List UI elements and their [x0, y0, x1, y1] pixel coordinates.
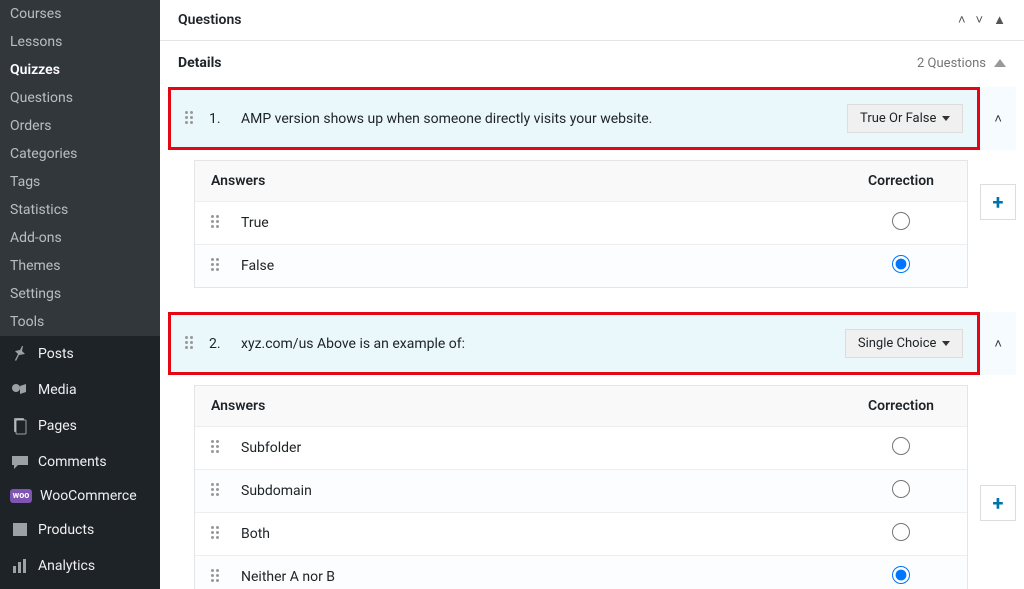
answer-row: False	[195, 245, 967, 287]
move-down-icon[interactable]: ˅	[976, 12, 984, 28]
panel-actions: ˄ ˅ ▲	[958, 12, 1006, 28]
sidebar-item-tools[interactable]: Tools	[0, 308, 160, 336]
question-type-label: Single Choice	[858, 336, 937, 351]
question-count: 2 Questions	[917, 56, 1006, 71]
drag-handle-icon[interactable]	[211, 258, 223, 274]
answer-text[interactable]: Both	[235, 526, 851, 542]
collapse-icon[interactable]: ▲	[993, 12, 1006, 28]
sidebar-main-label: WooCommerce	[40, 488, 137, 504]
answer-text[interactable]: Subfolder	[235, 440, 851, 456]
sidebar-item-addons[interactable]: Add-ons	[0, 224, 160, 252]
sidebar-main-label: Analytics	[38, 558, 95, 574]
main-content: Questions ˄ ˅ ▲ Details 2 Questions 1. A…	[160, 0, 1024, 589]
correction-radio[interactable]	[892, 480, 910, 498]
correction-radio[interactable]	[892, 255, 910, 273]
details-title: Details	[178, 55, 222, 71]
sidebar-item-courses[interactable]: Courses	[0, 0, 160, 28]
panel-header: Questions ˄ ˅ ▲	[160, 0, 1024, 41]
answer-row: Both	[195, 513, 967, 556]
answers-column-label: Answers	[211, 173, 851, 189]
correction-radio[interactable]	[892, 437, 910, 455]
chevron-down-icon	[942, 116, 950, 121]
sidebar-item-settings[interactable]: Settings	[0, 280, 160, 308]
sidebar-main-pages[interactable]: Pages	[0, 408, 160, 444]
correction-radio[interactable]	[892, 566, 910, 584]
details-header: Details 2 Questions	[160, 41, 1024, 81]
question-type-label: True Or False	[860, 111, 936, 126]
answer-row: True	[195, 202, 967, 245]
add-answer-button[interactable]: +	[980, 184, 1016, 220]
sidebar-main-label: Comments	[38, 454, 107, 470]
sidebar-main-posts[interactable]: Posts	[0, 336, 160, 372]
answer-row: Subdomain	[195, 470, 967, 513]
drag-handle-icon[interactable]	[211, 569, 223, 585]
sidebar-submenu: Courses Lessons Quizzes Questions Orders…	[0, 0, 160, 336]
answer-row: Subfolder	[195, 427, 967, 470]
question-header-2[interactable]: 2. xyz.com/us Above is an example of: Si…	[168, 312, 980, 375]
question-header-1[interactable]: 1. AMP version shows up when someone dir…	[168, 87, 980, 150]
answer-text[interactable]: True	[235, 215, 851, 231]
sidebar-main-label: Posts	[38, 346, 74, 362]
comment-icon	[10, 452, 30, 472]
sidebar-item-lessons[interactable]: Lessons	[0, 28, 160, 56]
question-block-1: 1. AMP version shows up when someone dir…	[168, 87, 1016, 288]
correction-radio[interactable]	[892, 212, 910, 230]
correction-column-label: Correction	[851, 398, 951, 414]
woo-icon: woo	[10, 489, 32, 503]
sidebar-main-comments[interactable]: Comments	[0, 444, 160, 480]
sidebar-main-label: Pages	[38, 418, 77, 434]
correction-radio[interactable]	[892, 523, 910, 541]
question-number: 1.	[209, 111, 233, 127]
drag-handle-icon[interactable]	[211, 483, 223, 499]
drag-handle-icon[interactable]	[211, 526, 223, 542]
collapse-question-button[interactable]: ˄	[980, 87, 1016, 150]
admin-sidebar: Courses Lessons Quizzes Questions Orders…	[0, 0, 160, 589]
box-icon	[10, 520, 30, 540]
answer-row: Neither A nor B	[195, 556, 967, 589]
sidebar-item-statistics[interactable]: Statistics	[0, 196, 160, 224]
sidebar-item-themes[interactable]: Themes	[0, 252, 160, 280]
sidebar-main-media[interactable]: Media	[0, 372, 160, 408]
page-icon	[10, 416, 30, 436]
question-text[interactable]: AMP version shows up when someone direct…	[233, 111, 847, 127]
sidebar-item-categories[interactable]: Categories	[0, 140, 160, 168]
sidebar-item-questions[interactable]: Questions	[0, 84, 160, 112]
media-icon	[10, 380, 30, 400]
drag-handle-icon[interactable]	[185, 336, 197, 352]
answer-text[interactable]: Subdomain	[235, 483, 851, 499]
panel-title: Questions	[178, 12, 241, 28]
question-block-2: 2. xyz.com/us Above is an example of: Si…	[168, 312, 1016, 589]
chevron-down-icon	[942, 341, 950, 346]
add-answer-button[interactable]: +	[980, 485, 1016, 521]
sidebar-main-label: Media	[38, 382, 77, 398]
sidebar-item-quizzes[interactable]: Quizzes	[0, 56, 160, 84]
sort-up-icon[interactable]	[994, 59, 1006, 67]
question-type-dropdown[interactable]: Single Choice	[845, 329, 964, 358]
answer-text[interactable]: False	[235, 258, 851, 274]
correction-column-label: Correction	[851, 173, 951, 189]
sidebar-main-label: Products	[38, 522, 94, 538]
question-text[interactable]: xyz.com/us Above is an example of:	[233, 336, 845, 352]
question-type-dropdown[interactable]: True Or False	[847, 104, 963, 133]
answers-column-label: Answers	[211, 398, 851, 414]
sidebar-main-products[interactable]: Products	[0, 512, 160, 548]
collapse-question-button[interactable]: ˄	[980, 312, 1016, 375]
question-count-label: 2 Questions	[917, 56, 986, 71]
sidebar-main-woocommerce[interactable]: woo WooCommerce	[0, 480, 160, 512]
sidebar-main-analytics[interactable]: Analytics	[0, 548, 160, 584]
drag-handle-icon[interactable]	[211, 215, 223, 231]
answers-table-2: Answers Correction Subfolder Subdomain	[194, 385, 968, 589]
answers-table-1: Answers Correction True False	[194, 160, 968, 288]
question-number: 2.	[209, 336, 233, 352]
drag-handle-icon[interactable]	[211, 440, 223, 456]
pin-icon	[10, 344, 30, 364]
move-up-icon[interactable]: ˄	[958, 12, 966, 28]
chart-icon	[10, 556, 30, 576]
sidebar-item-tags[interactable]: Tags	[0, 168, 160, 196]
sidebar-main-marketing[interactable]: Marketing	[0, 584, 160, 589]
drag-handle-icon[interactable]	[185, 111, 197, 127]
sidebar-item-orders[interactable]: Orders	[0, 112, 160, 140]
answer-text[interactable]: Neither A nor B	[235, 569, 851, 585]
